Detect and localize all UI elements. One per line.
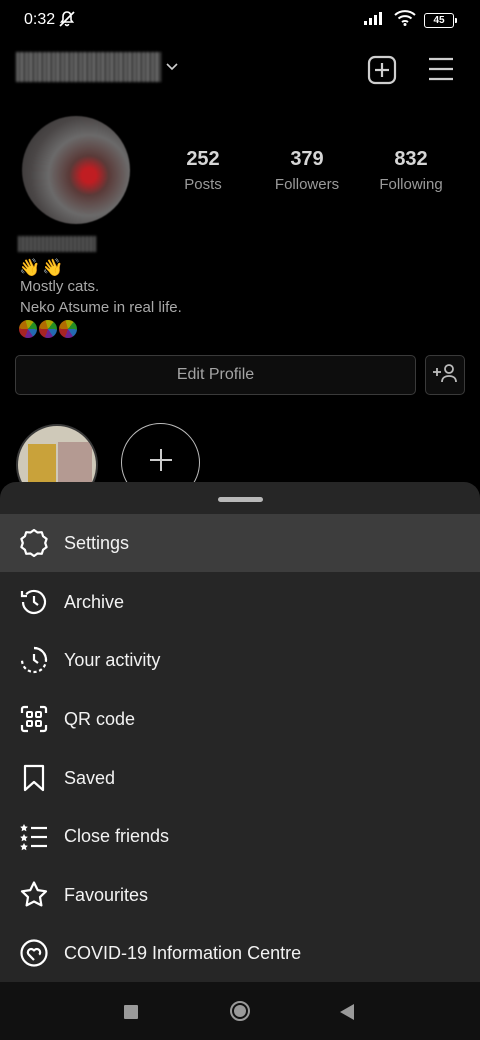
menu-item-label: Your activity [64, 649, 161, 670]
new-post-icon[interactable] [366, 54, 398, 91]
plus-icon [148, 447, 174, 478]
menu-item-archive[interactable]: Archive [0, 573, 480, 631]
bookmark-icon [19, 763, 49, 793]
edit-profile-button[interactable]: Edit Profile [15, 355, 416, 395]
menu-item-label: COVID-19 Information Centre [64, 942, 302, 963]
display-name-redacted [18, 236, 96, 252]
system-nav-bar [0, 982, 480, 1040]
menu-item-qr-code[interactable]: QR code [0, 690, 480, 748]
rainbow-emoji [59, 320, 77, 338]
battery-icon: 45 [424, 13, 457, 28]
discover-people-button[interactable] [425, 355, 465, 395]
menu-item-label: Archive [64, 591, 125, 612]
menu-item-close-friends[interactable]: Close friends [0, 807, 480, 865]
menu-item-settings[interactable]: Settings [0, 514, 480, 572]
stat-label: Followers [274, 176, 340, 193]
rainbow-emoji [19, 320, 37, 338]
stat-label: Posts [184, 176, 222, 193]
stat-label: Following [379, 176, 443, 193]
sheet-drag-handle[interactable] [218, 497, 263, 502]
add-person-icon [432, 363, 458, 388]
stat-value: 832 [394, 148, 428, 170]
battery-level: 45 [433, 15, 445, 26]
menu-item-label: Favourites [64, 884, 149, 905]
wifi-icon [394, 10, 416, 31]
settings-icon [19, 528, 49, 558]
menu-item-saved[interactable]: Saved [0, 749, 480, 807]
menu-item-label: Close friends [64, 825, 170, 846]
profile-avatar[interactable] [22, 116, 130, 224]
menu-bottom-sheet: Settings Archive Your activity QR code S… [0, 482, 480, 982]
stat-value: 252 [186, 148, 220, 170]
hamburger-menu-icon[interactable] [428, 56, 454, 87]
status-bar: 0:32 45 [0, 0, 480, 42]
menu-item-favourites[interactable]: Favourites [0, 866, 480, 924]
menu-item-label: Settings [64, 532, 130, 553]
bio-emoji: 👋👋 [19, 258, 66, 277]
home-button[interactable] [229, 1000, 251, 1027]
menu-item-covid-info[interactable]: COVID-19 Information Centre [0, 924, 480, 982]
stat-posts[interactable]: 252 Posts [153, 148, 253, 193]
signal-icon [364, 11, 386, 30]
stat-followers[interactable]: 379 Followers [257, 148, 357, 193]
stat-value: 379 [290, 148, 324, 170]
bio-line: Neko Atsume in real life. [20, 299, 182, 316]
username-redacted[interactable] [16, 52, 161, 82]
recents-button[interactable] [124, 1005, 138, 1019]
close-friends-icon [19, 821, 49, 851]
rainbow-emoji [39, 320, 57, 338]
menu-item-your-activity[interactable]: Your activity [0, 631, 480, 689]
back-button[interactable] [338, 1002, 356, 1027]
qr-code-icon [19, 704, 49, 734]
bio-line: Mostly cats. [20, 278, 100, 295]
mute-icon [58, 10, 76, 33]
stat-following[interactable]: 832 Following [361, 148, 461, 193]
menu-item-label: Saved [64, 767, 116, 788]
star-icon [19, 880, 49, 910]
menu-item-label: QR code [64, 708, 136, 729]
chevron-down-icon[interactable] [165, 60, 179, 79]
covid-info-icon [19, 938, 49, 968]
status-time: 0:32 [24, 11, 56, 28]
rainbow-emoji-row [19, 320, 77, 338]
archive-icon [19, 587, 49, 617]
activity-icon [19, 645, 49, 675]
